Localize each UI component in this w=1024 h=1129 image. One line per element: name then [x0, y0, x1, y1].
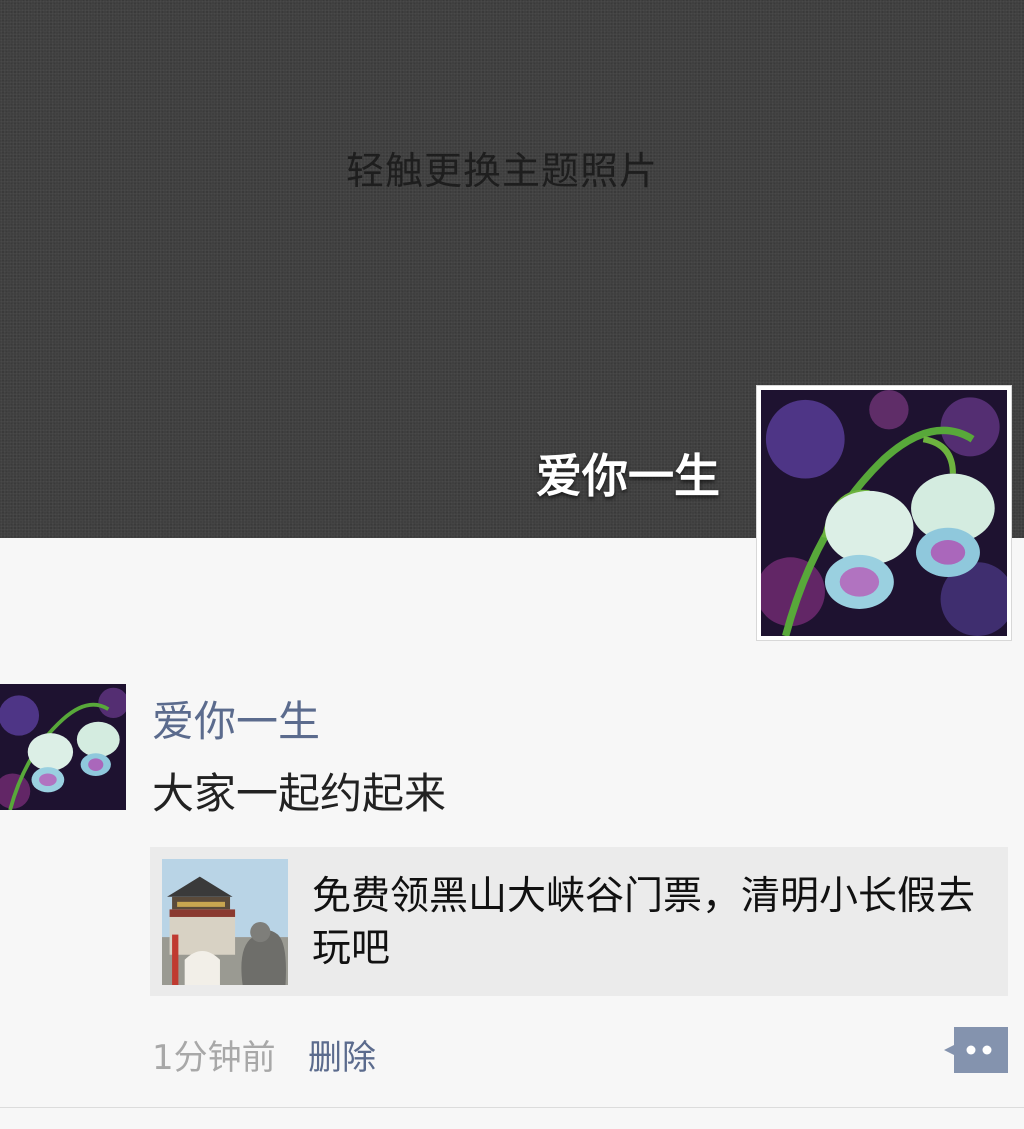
post-timestamp: 1分钟前: [152, 1038, 276, 1078]
comment-more-icon: [944, 1027, 1008, 1073]
moment-post: 爱你一生 大家一起约起来 免费领黑山大峡谷门票，清明小长假去玩吧 1分钟前 删除: [0, 684, 1024, 1108]
lily-flower-photo-icon: [761, 390, 1007, 636]
link-thumbnail: [162, 859, 288, 985]
shared-link-card[interactable]: 免费领黑山大峡谷门票，清明小长假去玩吧: [150, 847, 1008, 996]
post-divider: [0, 1107, 1024, 1108]
comment-more-button[interactable]: [944, 1027, 1008, 1073]
link-title: 免费领黑山大峡谷门票，清明小长假去玩吧: [312, 874, 976, 971]
chinese-gate-photo-icon: [162, 859, 288, 985]
change-cover-hint[interactable]: 轻触更换主题照片: [0, 140, 1004, 195]
post-text: 大家一起约起来: [152, 769, 447, 818]
owner-avatar[interactable]: [756, 385, 1012, 641]
post-author-avatar[interactable]: [0, 684, 126, 810]
delete-button[interactable]: 删除: [308, 1030, 376, 1079]
owner-name: 爱你一生: [536, 449, 720, 503]
post-author-name[interactable]: 爱你一生: [152, 688, 320, 749]
lily-flower-photo-icon: [0, 684, 126, 810]
